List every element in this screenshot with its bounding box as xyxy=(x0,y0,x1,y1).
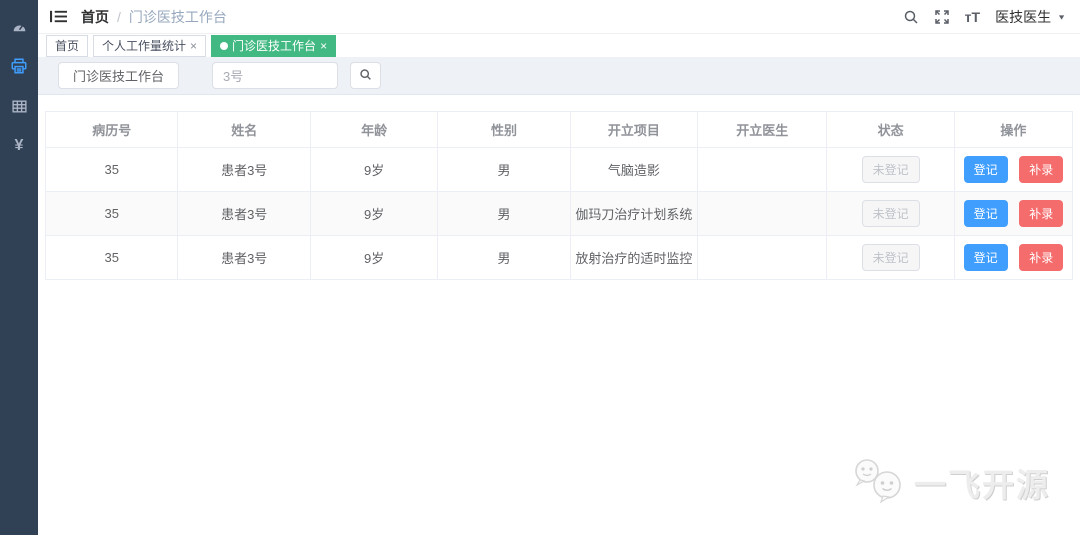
tab-label: 个人工作量统计 xyxy=(102,39,187,53)
cell-project: 气脑造影 xyxy=(569,147,699,192)
col-project: 开立项目 xyxy=(569,111,699,148)
cell-name: 患者3号 xyxy=(177,191,311,236)
col-name: 姓名 xyxy=(177,111,311,148)
font-size-icon[interactable]: тT xyxy=(965,9,980,25)
tab-home[interactable]: 首页 xyxy=(46,34,89,57)
col-gender: 性别 xyxy=(437,111,571,148)
user-name: 医技医生 xyxy=(995,8,1052,25)
cell-name: 患者3号 xyxy=(177,147,311,192)
makeup-button[interactable]: 补录 xyxy=(1019,156,1064,183)
patient-search-input[interactable] xyxy=(212,62,339,89)
cell-doctor xyxy=(697,147,828,192)
chevron-down-icon: ▼ xyxy=(1057,12,1066,21)
col-record-no: 病历号 xyxy=(44,111,179,148)
cell-gender: 男 xyxy=(437,147,571,192)
watermark: 一飞开源 xyxy=(850,456,1050,509)
sidebar-toggle-icon[interactable] xyxy=(50,9,67,24)
table-icon xyxy=(11,98,28,115)
col-status: 状态 xyxy=(826,111,955,148)
col-age: 年龄 xyxy=(309,111,439,148)
tab-medtech-workbench[interactable]: 门诊医技工作台 × xyxy=(211,34,337,57)
col-actions: 操作 xyxy=(953,111,1074,148)
search-button[interactable] xyxy=(350,62,382,89)
register-button[interactable]: 登记 xyxy=(963,156,1008,183)
table-row: 35 患者3号 9岁 男 伽玛刀治疗计划系统 未登记 登记 补录 xyxy=(44,191,1074,236)
breadcrumb-current: 门诊医技工作台 xyxy=(128,8,227,25)
sidebar: ¥ xyxy=(0,0,38,535)
cell-gender: 男 xyxy=(437,191,571,236)
app-root: ¥ 首页 / 门诊医技工作台 тT 医技医生 ▼ 首页 个人工作量统计 × 门诊… xyxy=(0,0,1080,535)
cell-age: 9岁 xyxy=(309,147,439,192)
navbar-right: тT 医技医生 ▼ xyxy=(903,7,1066,27)
tags-bar: 首页 个人工作量统计 × 门诊医技工作台 × xyxy=(38,34,1080,57)
cell-project: 放射治疗的适时监控 xyxy=(569,235,699,280)
table-header-row: 病历号 姓名 年龄 性别 开立项目 开立医生 状态 操作 xyxy=(44,111,1074,148)
cell-record-no: 35 xyxy=(44,147,179,192)
search-icon xyxy=(359,68,372,84)
sidebar-item-dashboard[interactable] xyxy=(0,6,38,46)
tab-personal-workload[interactable]: 个人工作量统计 × xyxy=(93,34,207,57)
status-badge: 未登记 xyxy=(861,156,920,183)
table-row: 35 患者3号 9岁 男 气脑造影 未登记 登记 补录 xyxy=(44,147,1074,192)
breadcrumb-separator: / xyxy=(117,8,121,25)
medtech-printer-icon xyxy=(10,57,28,75)
table-row: 35 患者3号 9岁 男 放射治疗的适时监控 未登记 登记 补录 xyxy=(44,235,1074,280)
fullscreen-icon[interactable] xyxy=(934,9,950,25)
patients-table: 病历号 姓名 年龄 性别 开立项目 开立医生 状态 操作 35 患者3号 9岁 xyxy=(44,111,1074,280)
header-search-icon[interactable] xyxy=(903,9,919,25)
status-badge: 未登记 xyxy=(861,200,920,227)
register-button[interactable]: 登记 xyxy=(963,200,1008,227)
makeup-button[interactable]: 补录 xyxy=(1019,200,1064,227)
status-badge: 未登记 xyxy=(861,244,920,271)
navbar: 首页 / 门诊医技工作台 тT 医技医生 ▼ xyxy=(38,0,1080,34)
user-dropdown[interactable]: 医技医生 ▼ xyxy=(995,7,1066,27)
content: 病历号 姓名 年龄 性别 开立项目 开立医生 状态 操作 35 患者3号 9岁 xyxy=(38,95,1080,535)
register-button[interactable]: 登记 xyxy=(963,244,1008,271)
col-doctor: 开立医生 xyxy=(697,111,828,148)
close-icon[interactable]: × xyxy=(320,40,327,52)
workbench-title-button[interactable]: 门诊医技工作台 xyxy=(58,62,180,89)
breadcrumb-home[interactable]: 首页 xyxy=(81,7,109,27)
watermark-text: 一飞开源 xyxy=(913,466,1050,503)
makeup-button[interactable]: 补录 xyxy=(1019,244,1064,271)
fees-yen-icon: ¥ xyxy=(14,137,24,154)
close-icon[interactable]: × xyxy=(190,40,197,52)
dashboard-icon xyxy=(11,18,28,35)
cell-age: 9岁 xyxy=(309,235,439,280)
toolbar: 门诊医技工作台 xyxy=(38,57,1080,95)
cell-doctor xyxy=(697,235,828,280)
main-area: 首页 / 门诊医技工作台 тT 医技医生 ▼ 首页 个人工作量统计 × 门诊医技… xyxy=(38,0,1080,535)
active-dot-icon xyxy=(220,41,229,50)
cell-name: 患者3号 xyxy=(177,235,311,280)
breadcrumb: 首页 / 门诊医技工作台 xyxy=(81,7,227,27)
sidebar-item-medtech[interactable] xyxy=(0,46,38,86)
sidebar-item-fees[interactable]: ¥ xyxy=(0,126,38,166)
tab-label: 门诊医技工作台 xyxy=(232,39,317,53)
cell-project: 伽玛刀治疗计划系统 xyxy=(569,191,699,236)
cell-record-no: 35 xyxy=(44,191,179,236)
cell-gender: 男 xyxy=(437,235,571,280)
cell-age: 9岁 xyxy=(309,191,439,236)
cell-doctor xyxy=(697,191,828,236)
sidebar-item-table[interactable] xyxy=(0,86,38,126)
tab-label: 首页 xyxy=(55,39,80,53)
chat-bubbles-icon xyxy=(850,456,908,509)
cell-record-no: 35 xyxy=(44,235,179,280)
